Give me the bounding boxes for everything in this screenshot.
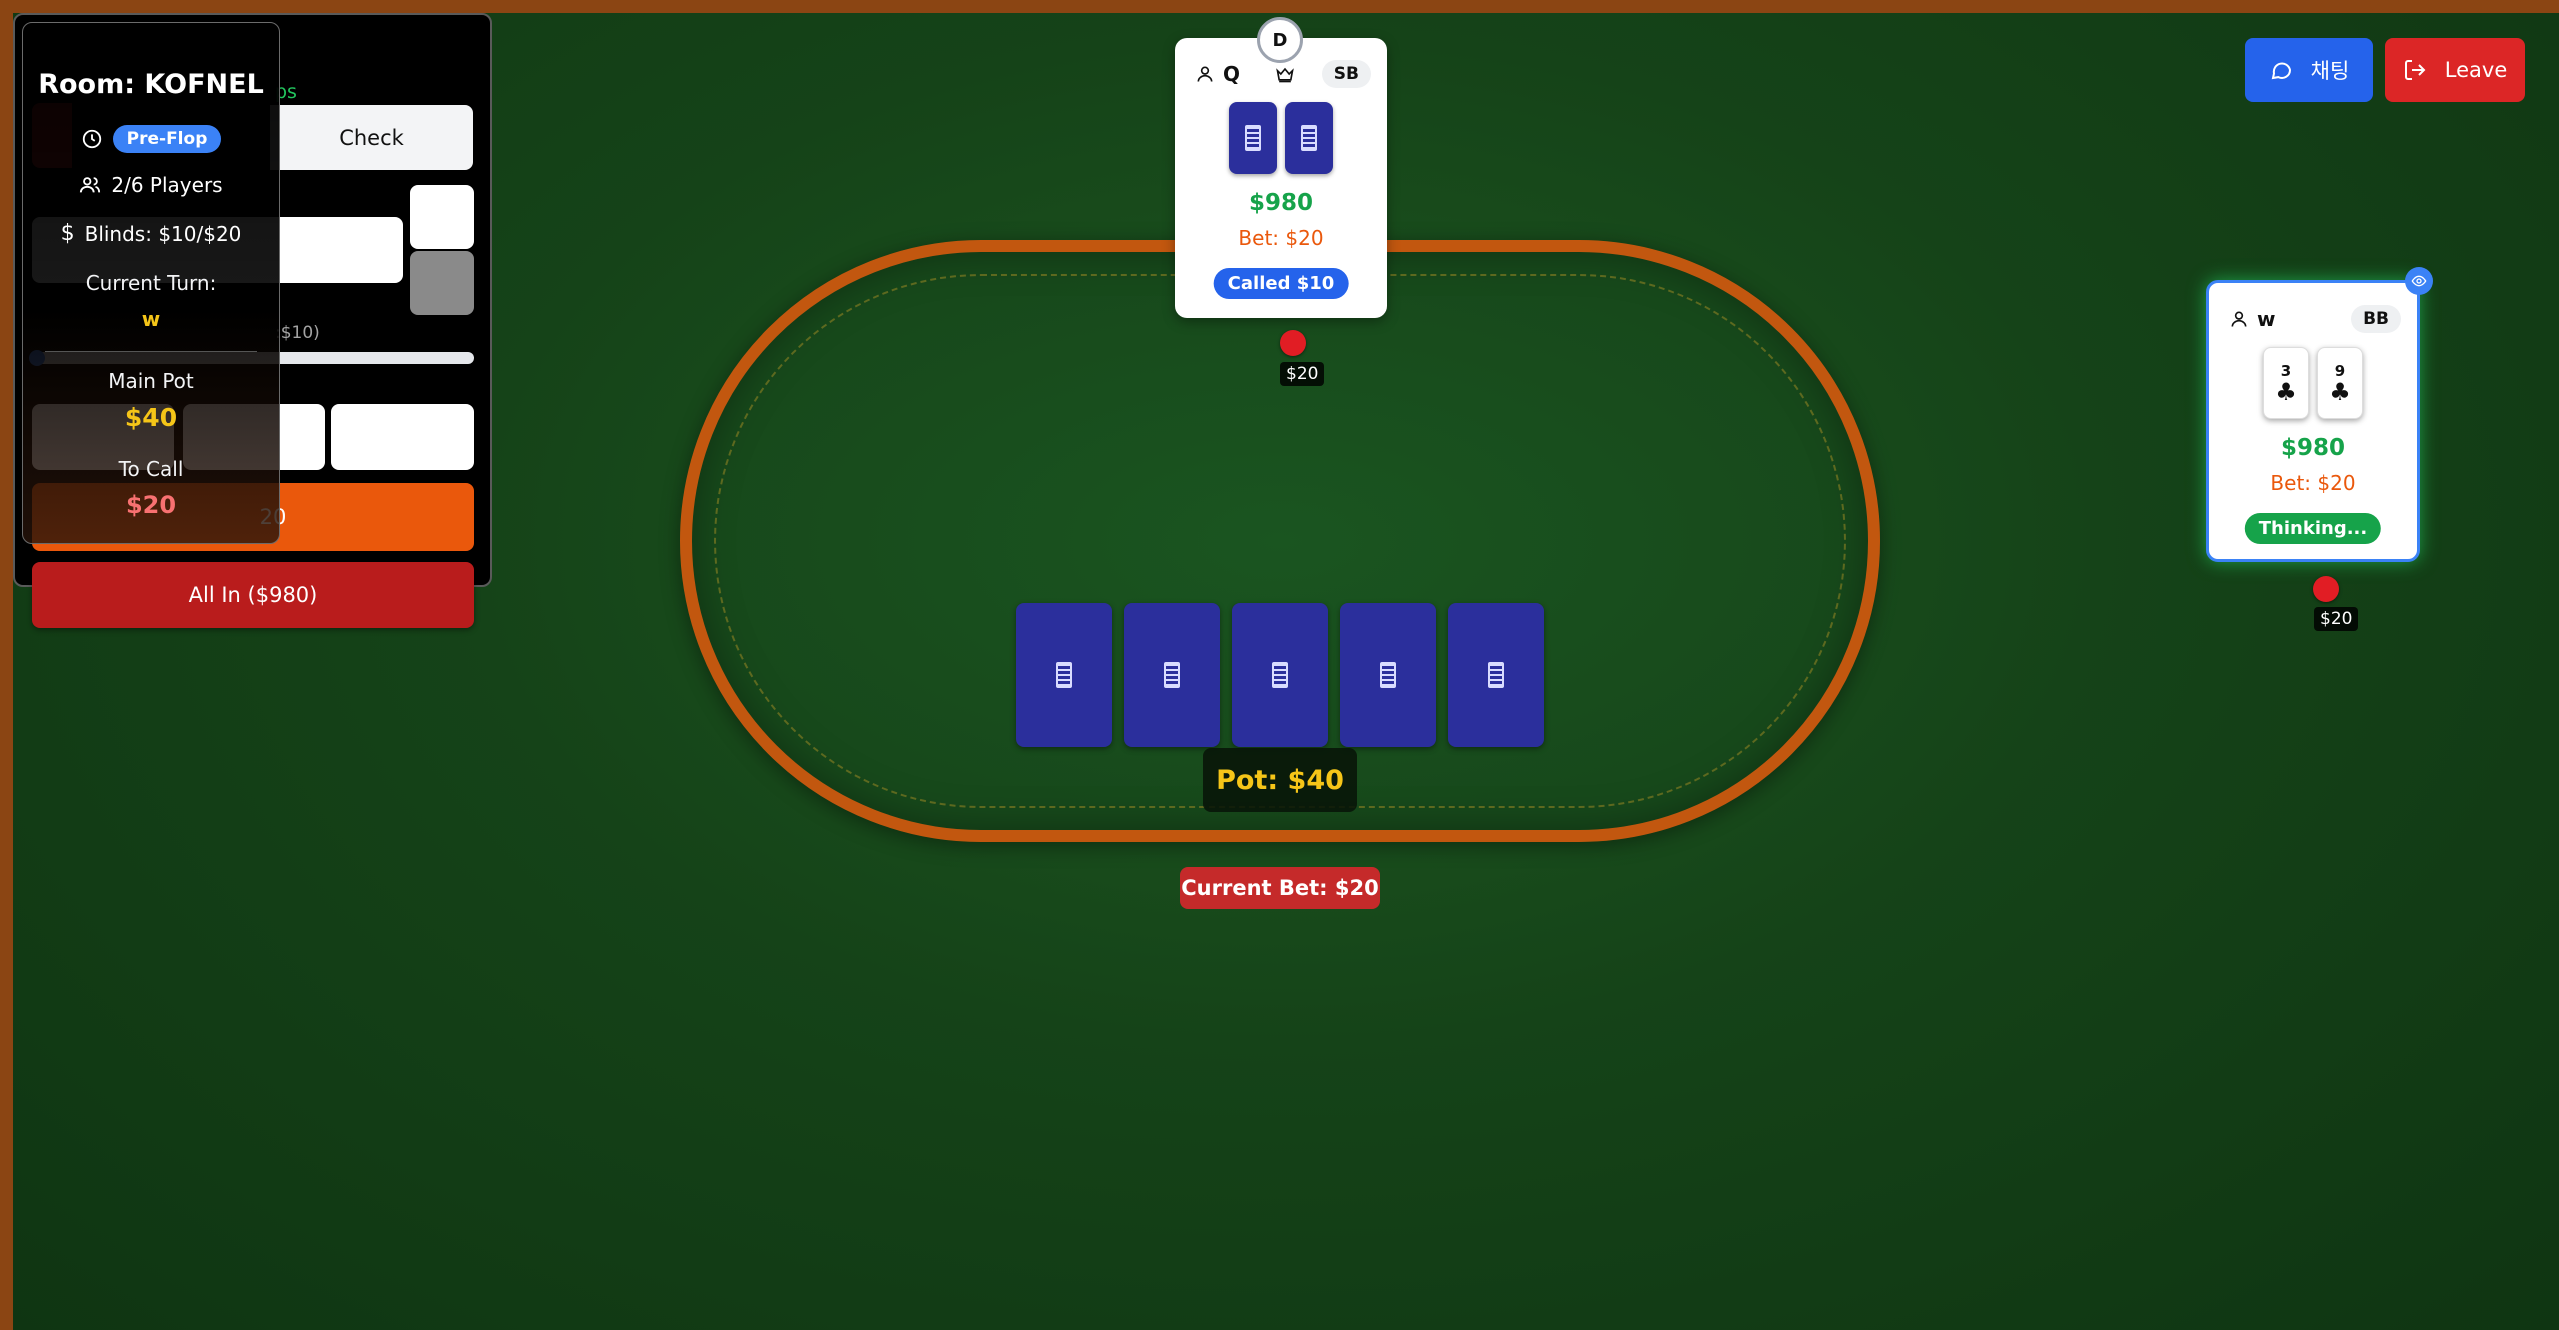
card-suit: ♣ xyxy=(2329,378,2351,406)
hole-cards: 3 ♣ 9 ♣ xyxy=(2209,347,2417,419)
card-suit: ♣ xyxy=(2275,378,2297,406)
divider xyxy=(45,351,257,352)
dollar-icon: $ xyxy=(60,221,75,246)
eye-icon[interactable] xyxy=(2405,267,2433,295)
bet-chip-icon xyxy=(1280,330,1306,356)
main-pot-value: $40 xyxy=(124,403,178,432)
community-card xyxy=(1016,603,1112,747)
check-button[interactable]: Check xyxy=(270,105,473,170)
phase-badge: Pre-Flop xyxy=(112,125,222,153)
card-back-icon xyxy=(1056,662,1072,688)
users-icon xyxy=(80,177,101,193)
logout-icon xyxy=(2404,60,2426,80)
hole-card: 9 ♣ xyxy=(2317,347,2363,419)
all-in-button[interactable]: All In ($980) xyxy=(32,562,474,628)
to-call-label: To Call xyxy=(118,457,184,481)
preset-bet-button[interactable] xyxy=(331,404,474,470)
community-card xyxy=(1124,603,1220,747)
bet-chip-icon xyxy=(2313,576,2339,602)
hole-card xyxy=(1285,102,1333,174)
blinds-row: $ Blinds: $10/$20 xyxy=(23,221,279,246)
community-cards xyxy=(1016,603,1544,747)
current-turn-label: Current Turn: xyxy=(85,271,217,295)
chat-button[interactable]: 채팅 xyxy=(2245,38,2373,102)
player-chips: $980 xyxy=(2280,435,2345,461)
bet-chip-amount: $20 xyxy=(2314,607,2359,631)
card-back-icon xyxy=(1488,662,1504,688)
hole-card: 3 ♣ xyxy=(2263,347,2309,419)
dealer-button: D xyxy=(1257,17,1303,63)
min-raise-label: :$10) xyxy=(275,323,320,343)
clock-icon xyxy=(82,129,101,149)
seat-header: w BB xyxy=(2229,303,2401,335)
card-back-icon xyxy=(1301,125,1317,151)
crown-icon xyxy=(1276,67,1294,83)
main-pot-label: Main Pot xyxy=(108,369,194,393)
card-back-icon xyxy=(1245,125,1261,151)
chat-icon xyxy=(2271,62,2291,80)
user-icon xyxy=(1197,66,1213,82)
leave-label: Leave xyxy=(2444,58,2508,82)
decrease-amount-button[interactable] xyxy=(410,251,474,315)
current-turn-player: w xyxy=(141,307,161,331)
community-card xyxy=(1448,603,1544,747)
blinds-text: Blinds: $10/$20 xyxy=(84,221,242,246)
increase-amount-button[interactable] xyxy=(410,185,474,249)
player-chips: $980 xyxy=(1248,190,1313,216)
to-call-value: $20 xyxy=(125,491,177,519)
card-back-icon xyxy=(1380,662,1396,688)
position-badge: BB xyxy=(2351,305,2401,333)
player-name: w xyxy=(2257,307,2276,331)
room-info-panel: Room: KOFNEL Pre-Flop 2/6 Players $ Blin… xyxy=(22,22,280,544)
chat-label: 채팅 xyxy=(2310,59,2350,83)
player-name: Q xyxy=(1223,62,1241,86)
leave-button[interactable]: Leave xyxy=(2385,38,2525,102)
card-back-icon xyxy=(1272,662,1288,688)
position-badge: SB xyxy=(1321,60,1371,88)
pot-display: Pot: $40 xyxy=(1203,748,1357,812)
card-back-icon xyxy=(1164,662,1180,688)
hole-cards xyxy=(1175,102,1387,174)
current-bet-badge: Current Bet: $20 xyxy=(1180,867,1380,909)
community-card xyxy=(1232,603,1328,747)
player-bet: Bet: $20 xyxy=(1238,226,1324,250)
hole-card xyxy=(1229,102,1277,174)
community-card xyxy=(1340,603,1436,747)
user-icon xyxy=(2231,311,2247,327)
player-status: Thinking... xyxy=(2244,513,2382,544)
phase-row: Pre-Flop xyxy=(23,125,279,153)
player-status: Called $10 xyxy=(1213,268,1349,299)
bet-chip-amount: $20 xyxy=(1280,362,1325,386)
players-row: 2/6 Players xyxy=(23,173,279,197)
player-seat-w: w BB 3 ♣ 9 ♣ $980 Bet: $20 Thinking... xyxy=(2206,280,2420,562)
players-count: 2/6 Players xyxy=(111,173,223,197)
room-title: Room: KOFNEL xyxy=(38,69,264,100)
player-seat-q: Q SB $980 Bet: $20 Called $10 xyxy=(1175,38,1387,318)
player-bet: Bet: $20 xyxy=(2270,471,2356,495)
